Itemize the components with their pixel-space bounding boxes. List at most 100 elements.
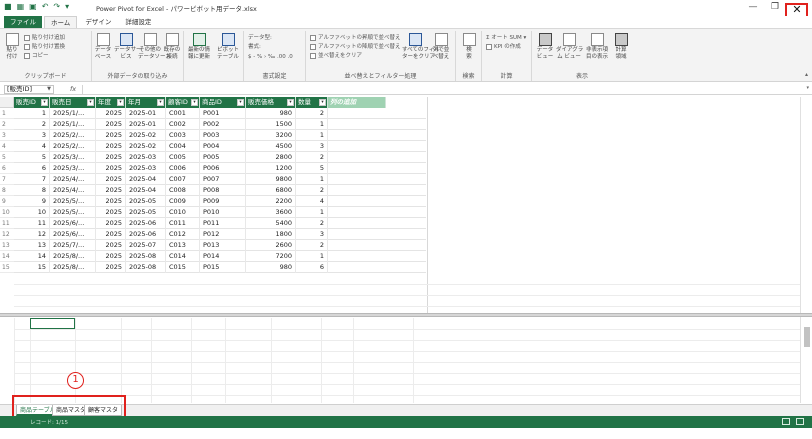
table-cell[interactable]: 6 (296, 262, 328, 273)
table-cell[interactable]: P005 (200, 152, 246, 163)
diagram-view-icon[interactable] (796, 418, 804, 425)
table-cell[interactable]: 4500 (246, 141, 296, 152)
table-cell[interactable]: 1 (296, 174, 328, 185)
table-cell[interactable]: 2025 (96, 262, 126, 273)
table-cell[interactable]: 1 (296, 130, 328, 141)
column-header[interactable]: 販売価格 ▾ (246, 97, 296, 108)
table-cell[interactable]: 3600 (246, 207, 296, 218)
row-header[interactable]: 5 (0, 152, 14, 163)
table-cell[interactable]: 2 (296, 240, 328, 251)
row-header[interactable]: 14 (0, 251, 14, 262)
table-cell[interactable]: P008 (200, 185, 246, 196)
row-header[interactable]: 9 (0, 196, 14, 207)
table-cell[interactable]: 6 (14, 163, 50, 174)
clear-sort-button[interactable]: 並べ替えをクリア (310, 52, 362, 60)
column-header[interactable]: 年度 ▾ (96, 97, 126, 108)
table-cell[interactable]: 1800 (246, 229, 296, 240)
row-header[interactable]: 7 (0, 174, 14, 185)
table-cell[interactable]: 15 (14, 262, 50, 273)
sort-descending-button[interactable]: アルファベットの降順で並べ替え (310, 43, 400, 51)
table-cell[interactable]: P015 (200, 262, 246, 273)
column-header[interactable]: 顧客ID ▾ (166, 97, 200, 108)
table-cell[interactable]: 2200 (246, 196, 296, 207)
other-sources-button[interactable]: その他の データソース (138, 33, 171, 61)
sort-ascending-button[interactable]: アルファベットの昇順で並べ替え (310, 34, 400, 42)
restore-button[interactable]: ❐ (764, 0, 786, 14)
filter-dropdown-icon[interactable]: ▾ (237, 99, 244, 106)
autosum-button[interactable]: Σ オート SUM ▾ (486, 34, 526, 42)
table-cell[interactable]: C003 (166, 130, 200, 141)
table-cell[interactable]: C005 (166, 152, 200, 163)
table-cell[interactable]: 2025-05 (126, 207, 166, 218)
table-cell[interactable]: 2025-01 (126, 119, 166, 130)
table-cell[interactable]: 2025 (96, 251, 126, 262)
table-cell[interactable]: P006 (200, 163, 246, 174)
table-cell[interactable]: 2025 (96, 207, 126, 218)
table-cell[interactable]: 3 (296, 141, 328, 152)
table-cell[interactable]: 2025 (96, 229, 126, 240)
table-cell[interactable]: 4 (14, 141, 50, 152)
table-cell[interactable]: 2025-02 (126, 141, 166, 152)
calc-area-selected-cell[interactable] (30, 318, 75, 329)
table-row[interactable]: 2 2025/1/... 2025 2025-01 C002 P002 1500 1 (14, 119, 426, 130)
find-button[interactable]: 検 索 (461, 33, 477, 61)
table-cell[interactable]: C006 (166, 163, 200, 174)
tab-design[interactable]: デザイン (79, 16, 117, 28)
column-header[interactable]: 商品ID ▾ (200, 97, 246, 108)
table-cell[interactable]: 2025 (96, 108, 126, 119)
tab-file[interactable]: ファイル (4, 16, 42, 28)
table-cell[interactable]: 5400 (246, 218, 296, 229)
table-cell[interactable]: 2025/8/... (50, 251, 96, 262)
add-column-header[interactable]: 列の追加 (328, 97, 386, 108)
table-row[interactable]: 4 2025/2/... 2025 2025-02 C004 P004 4500 3 (14, 141, 426, 152)
row-header[interactable]: 6 (0, 163, 14, 174)
minimize-button[interactable]: — (742, 0, 764, 14)
table-cell[interactable]: C008 (166, 185, 200, 196)
table-cell[interactable]: 1500 (246, 119, 296, 130)
row-header[interactable]: 1 (0, 108, 14, 119)
table-cell[interactable]: 2025/7/... (50, 240, 96, 251)
table-cell[interactable]: 1 (296, 251, 328, 262)
tab-advanced[interactable]: 詳細設定 (119, 16, 157, 28)
table-cell[interactable]: 2025 (96, 218, 126, 229)
table-cell[interactable]: 1200 (246, 163, 296, 174)
column-header[interactable]: 数量 ▾ (296, 97, 328, 108)
table-cell[interactable]: 2025 (96, 185, 126, 196)
table-cell[interactable]: P011 (200, 218, 246, 229)
data-view-button[interactable]: データ ビュー (536, 33, 554, 61)
table-cell[interactable]: C010 (166, 207, 200, 218)
collapse-ribbon-icon[interactable]: ▴ (805, 71, 808, 78)
table-cell[interactable]: 8 (14, 185, 50, 196)
table-cell[interactable]: 2 (296, 185, 328, 196)
show-hidden-button[interactable]: 非表示項 目の表示 (584, 33, 610, 61)
table-cell[interactable]: 10 (14, 207, 50, 218)
table-cell[interactable]: 2025-03 (126, 152, 166, 163)
row-header[interactable]: 11 (0, 218, 14, 229)
table-cell[interactable]: 2025/3/... (50, 152, 96, 163)
column-header[interactable]: 年月 ▾ (126, 97, 166, 108)
filter-dropdown-icon[interactable]: ▾ (191, 99, 198, 106)
calculation-area-button[interactable]: 計算 領域 (612, 33, 630, 61)
table-row[interactable]: 5 2025/3/... 2025 2025-03 C005 P005 2800 2 (14, 152, 426, 163)
table-cell[interactable]: C013 (166, 240, 200, 251)
table-cell[interactable]: C014 (166, 251, 200, 262)
vertical-scrollbar[interactable] (800, 97, 812, 403)
table-cell[interactable]: 2025 (96, 130, 126, 141)
table-cell[interactable]: 2025 (96, 240, 126, 251)
table-cell[interactable]: 980 (246, 262, 296, 273)
table-cell[interactable]: 2025-08 (126, 251, 166, 262)
format-label[interactable]: 書式: (248, 43, 261, 51)
grid-view-icon[interactable] (782, 418, 790, 425)
table-cell[interactable]: 2025-03 (126, 163, 166, 174)
paste-button[interactable]: 貼り 付け (4, 33, 20, 61)
table-cell[interactable]: 13 (14, 240, 50, 251)
row-header[interactable]: 12 (0, 229, 14, 240)
row-header[interactable]: 15 (0, 262, 14, 273)
table-cell[interactable]: C002 (166, 119, 200, 130)
save-icon[interactable]: ▣ (29, 2, 37, 12)
table-cell[interactable]: 2025/2/... (50, 141, 96, 152)
table-cell[interactable]: 12 (14, 229, 50, 240)
from-data-service-button[interactable]: データサー ビス (114, 33, 142, 61)
filter-dropdown-icon[interactable]: ▾ (319, 99, 326, 106)
table-row[interactable]: 12 2025/6/... 2025 2025-06 C012 P012 1800 3 (14, 229, 426, 240)
